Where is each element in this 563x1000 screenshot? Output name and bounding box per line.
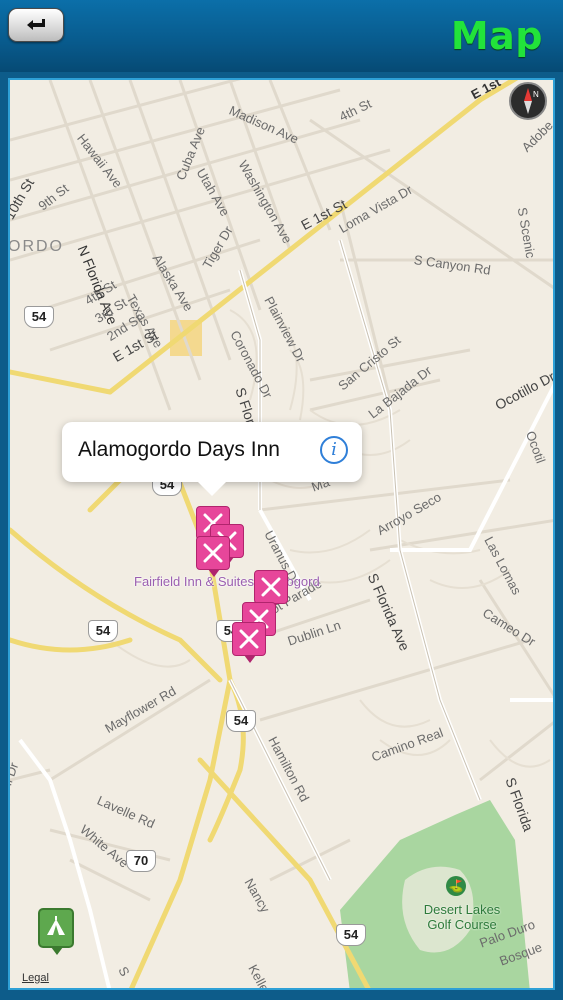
- golf-icon: ⛳: [446, 876, 466, 896]
- campsite-pin[interactable]: [38, 908, 74, 955]
- route-shield: 54: [88, 620, 118, 642]
- map-view[interactable]: Hawaii Ave Madison Ave 4th St E 1st Adob…: [8, 78, 555, 990]
- legal-link[interactable]: Legal: [22, 972, 49, 984]
- back-arrow-icon: [27, 19, 45, 30]
- svg-text:N: N: [533, 90, 539, 99]
- city-label: ORDO: [8, 238, 64, 255]
- route-shield: 54: [226, 710, 256, 732]
- back-button[interactable]: [8, 8, 64, 42]
- callout-title: Alamogordo Days Inn: [78, 438, 280, 461]
- restaurant-pin[interactable]: [232, 622, 266, 663]
- tent-icon: [47, 916, 65, 935]
- restaurant-pin[interactable]: [254, 570, 288, 611]
- restaurant-icon: [203, 543, 223, 563]
- info-icon[interactable]: i: [320, 436, 348, 464]
- compass-button[interactable]: N: [509, 82, 547, 120]
- poi-label: Fairfield Inn & Suites Alamogord: [134, 574, 320, 589]
- app-header: Map: [0, 0, 563, 72]
- route-shield: 54: [24, 306, 54, 328]
- golf-course-label: Desert Lakes Golf Course: [423, 902, 501, 932]
- route-shield: 54: [336, 924, 366, 946]
- restaurant-pin[interactable]: [196, 536, 230, 577]
- page-title: Map: [450, 14, 543, 58]
- restaurant-icon: [261, 577, 281, 597]
- route-shield: 70: [126, 850, 156, 872]
- compass-icon: N: [524, 88, 539, 114]
- restaurant-icon: [239, 629, 259, 649]
- location-callout[interactable]: Alamogordo Days Inn i: [62, 422, 362, 496]
